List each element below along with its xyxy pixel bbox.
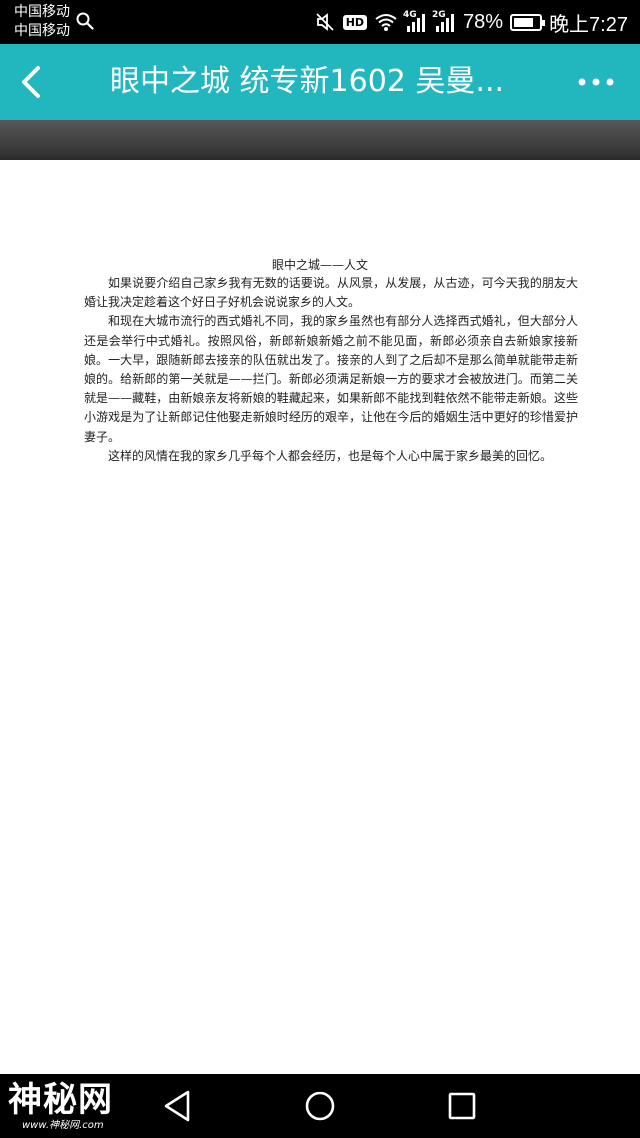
back-arrow-icon[interactable] <box>12 58 56 106</box>
clock: 晚上7:27 <box>549 13 628 36</box>
wifi-icon <box>375 14 397 31</box>
watermark-main: 神秘网 <box>8 1080 113 1120</box>
carrier-1-label: 中国移动 <box>14 4 70 20</box>
watermark: 神秘网 www.神秘网.com <box>8 1080 128 1136</box>
more-dots-icon[interactable] <box>574 66 618 98</box>
network-1-label: 4G <box>403 10 417 20</box>
page-title: 眼中之城 统专新1602 吴曼... <box>110 64 505 99</box>
hd-badge: HD <box>342 14 368 30</box>
document-title: 眼中之城——人文 <box>271 258 368 272</box>
battery-level-fill <box>514 17 534 27</box>
home-circle-icon[interactable] <box>300 1086 340 1126</box>
viewer-toolbar-band <box>0 120 640 160</box>
battery-percent: 78% <box>463 10 504 33</box>
signal-group-1: 4G <box>403 10 427 32</box>
recents-square-icon[interactable] <box>442 1086 482 1126</box>
app-bar: 眼中之城 统专新1602 吴曼... <box>0 44 640 120</box>
document-paragraph: 这样的风情在我的家乡几乎每个人都会经历，也是每个人心中属于家乡最美的回忆。 <box>108 448 553 463</box>
document-paragraph: 和现在大城市流行的西式婚礼不同，我的家乡虽然也有部分人选择西式婚礼，但大部分人还… <box>84 314 578 444</box>
document-body: 如果说要介绍自己家乡我有无数的话要说。从风景，从发展，从古迹，可今天我的朋友大婚… <box>84 274 578 466</box>
status-bar: 中国移动 中国移动 HD 4G 2G 78% 晚上7:27 <box>0 0 640 44</box>
status-indicators: HD 4G 2G 78% 晚上7:27 <box>314 0 628 44</box>
document-paragraph: 如果说要介绍自己家乡我有无数的话要说。从风景，从发展，从古迹，可今天我的朋友大婚… <box>84 276 578 310</box>
watermark-sub: www.神秘网.com <box>22 1120 104 1131</box>
document-page[interactable]: 眼中之城——人文 如果说要介绍自己家乡我有无数的话要说。从风景，从发展，从古迹，… <box>0 160 640 1074</box>
network-2-label: 2G <box>432 10 446 20</box>
battery-icon <box>510 13 546 31</box>
carrier-2-label: 中国移动 <box>14 23 70 39</box>
mute-icon <box>316 13 334 31</box>
carrier-labels: 中国移动 中国移动 <box>14 3 70 41</box>
search-icon <box>76 12 94 30</box>
back-triangle-icon[interactable] <box>158 1086 198 1126</box>
signal-group-2: 2G <box>432 10 456 32</box>
